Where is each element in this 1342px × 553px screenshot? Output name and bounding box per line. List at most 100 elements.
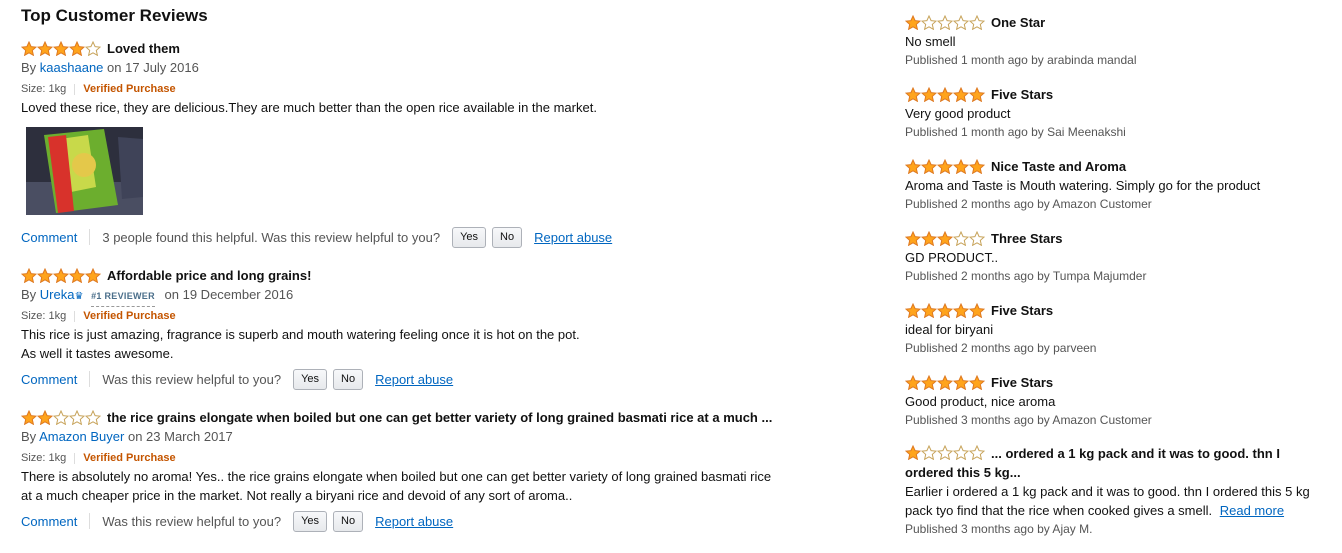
review-body-line: As well it tastes awesome. (21, 346, 174, 361)
star-filled-icon (953, 374, 969, 390)
star-empty-icon (53, 409, 69, 425)
star-rating[interactable] (905, 445, 985, 460)
star-filled-icon (53, 40, 69, 56)
review-snippet: Very good product (905, 106, 1011, 121)
comment-link[interactable]: Comment (21, 372, 77, 387)
review-body: There is absolutely no aroma! Yes.. the … (21, 467, 821, 505)
star-filled-icon (905, 374, 921, 390)
star-rating[interactable] (905, 302, 985, 318)
crown-icon: ♛ (74, 291, 84, 302)
review-title[interactable]: Loved them (107, 41, 180, 56)
section-title: Top Customer Reviews (21, 6, 208, 25)
star-filled-icon (969, 158, 985, 174)
helpful-no-button[interactable]: No (333, 368, 364, 390)
star-filled-icon (21, 409, 37, 425)
published-info: Published 3 months ago by Amazon Custome… (905, 413, 1152, 427)
star-filled-icon (953, 302, 969, 318)
star-filled-icon (969, 86, 985, 102)
author-link[interactable]: kaashaane (40, 60, 104, 75)
star-filled-icon (937, 230, 953, 246)
review-body: Loved these rice, they are delicious.The… (21, 100, 597, 115)
helpful-yes-button[interactable]: Yes (293, 510, 328, 532)
star-filled-icon (937, 158, 953, 174)
review-byline: By kaashaane on 17 July 2016 (21, 58, 821, 78)
review-byline: By Ureka♛ #1 REVIEWER on 19 December 201… (21, 285, 821, 307)
review-title[interactable]: One Star (991, 15, 1045, 30)
recent-review-item: Five Stars ideal for biryani Published 2… (905, 300, 1325, 358)
star-empty-icon (85, 409, 101, 425)
review-title[interactable]: Three Stars (991, 231, 1063, 246)
star-filled-icon (937, 374, 953, 390)
star-rating[interactable] (21, 409, 101, 425)
review-title[interactable]: Five Stars (991, 303, 1053, 318)
review-title[interactable]: the rice grains elongate when boiled but… (107, 410, 772, 425)
star-filled-icon (953, 86, 969, 102)
star-rating[interactable] (905, 374, 985, 390)
review-snippet: ideal for biryani (905, 322, 994, 337)
star-empty-icon (953, 14, 969, 30)
published-info: Published 1 month ago by Sai Meenakshi (905, 125, 1126, 139)
divider (89, 371, 91, 387)
star-filled-icon (921, 302, 937, 318)
star-filled-icon (937, 302, 953, 318)
report-abuse-link[interactable]: Report abuse (375, 372, 453, 387)
helpful-text: 3 people found this helpful. Was this re… (102, 229, 441, 245)
helpful-no-button[interactable]: No (492, 226, 523, 248)
review-actions: Comment Was this review helpful to you? … (21, 509, 821, 533)
recent-review-item: Five Stars Good product, nice aroma Publ… (905, 372, 1325, 430)
review-title[interactable]: Five Stars (991, 87, 1053, 102)
published-info: Published 2 months ago by parveen (905, 341, 1097, 355)
report-abuse-link[interactable]: Report abuse (534, 230, 612, 245)
recent-reviews-column: One Star No smell Published 1 month ago … (905, 12, 1325, 553)
review-title[interactable]: Five Stars (991, 375, 1053, 390)
verified-badge: Verified Purchase (83, 310, 176, 322)
review-snippet: Earlier i ordered a 1 kg pack and it was… (905, 482, 1325, 520)
top-reviews-section: Top Customer Reviews Loved them By kaash… (21, 6, 821, 549)
report-abuse-link[interactable]: Report abuse (375, 514, 453, 529)
review-item: Affordable price and long grains! By Ure… (21, 265, 821, 391)
review-actions: Comment Was this review helpful to you? … (21, 367, 821, 391)
comment-link[interactable]: Comment (21, 230, 77, 245)
published-info: Published 3 months ago by Ajay M. (905, 522, 1093, 536)
star-empty-icon (953, 230, 969, 246)
top-reviewer-badge[interactable]: #1 REVIEWER (91, 286, 155, 307)
review-title[interactable]: Nice Taste and Aroma (991, 159, 1126, 174)
divider (74, 83, 76, 95)
star-rating[interactable] (905, 14, 985, 30)
star-filled-icon (905, 86, 921, 102)
star-filled-icon (969, 374, 985, 390)
star-rating[interactable] (905, 86, 985, 102)
helpful-yes-button[interactable]: Yes (293, 368, 328, 390)
recent-review-item: One Star No smell Published 1 month ago … (905, 12, 1325, 70)
read-more-link[interactable]: Read more (1220, 503, 1284, 518)
star-filled-icon (21, 267, 37, 283)
published-info: Published 2 months ago by Amazon Custome… (905, 197, 1152, 211)
star-empty-icon (969, 14, 985, 30)
review-snippet: No smell (905, 34, 956, 49)
review-title[interactable]: Affordable price and long grains! (107, 268, 311, 283)
author-link[interactable]: Ureka (40, 287, 75, 302)
size-label: Size: 1kg (21, 452, 67, 464)
review-image[interactable] (26, 127, 143, 215)
divider (89, 513, 91, 529)
helpful-yes-button[interactable]: Yes (452, 226, 487, 248)
star-filled-icon (921, 230, 937, 246)
star-empty-icon (969, 230, 985, 246)
helpful-text: Was this review helpful to you? (102, 513, 282, 529)
star-rating[interactable] (905, 158, 985, 174)
star-rating[interactable] (21, 40, 101, 56)
star-rating[interactable] (21, 267, 101, 283)
review-snippet: Good product, nice aroma (905, 394, 1056, 409)
star-filled-icon (953, 158, 969, 174)
star-filled-icon (37, 409, 53, 425)
comment-link[interactable]: Comment (21, 514, 77, 529)
star-empty-icon (69, 409, 85, 425)
star-empty-icon (969, 445, 985, 460)
review-date: on 17 July 2016 (107, 60, 199, 75)
helpful-no-button[interactable]: No (333, 510, 364, 532)
author-link[interactable]: Amazon Buyer (39, 429, 124, 444)
helpful-text: Was this review helpful to you? (102, 371, 282, 387)
star-rating[interactable] (905, 230, 985, 246)
star-filled-icon (969, 302, 985, 318)
review-body-line: at a much cheaper price in the market. N… (21, 488, 573, 503)
